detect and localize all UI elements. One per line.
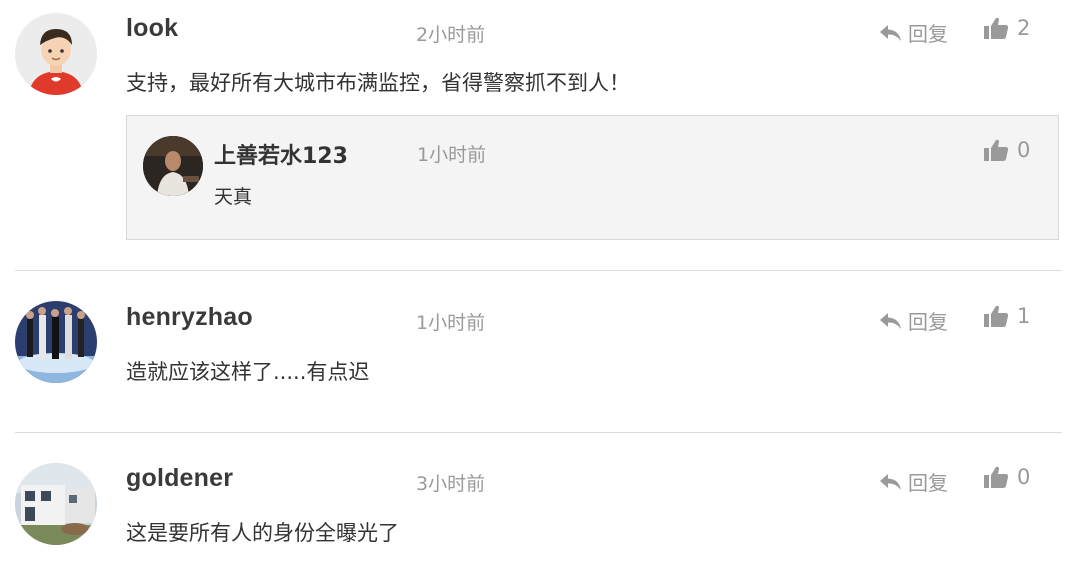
reply-arrow-icon <box>880 24 901 41</box>
photo-avatar-icon <box>143 136 203 196</box>
username[interactable]: 上善若水123 <box>214 138 348 170</box>
like-count: 0 <box>1017 465 1031 489</box>
thumbs-up-icon <box>984 17 1009 39</box>
reply-button[interactable]: 回复 <box>878 18 948 47</box>
user-avatar[interactable] <box>143 136 203 196</box>
thumbs-up-icon <box>984 305 1009 327</box>
comment-text: 这是要所有人的身份全曝光了 <box>126 521 399 545</box>
reply-label: 回复 <box>908 22 948 46</box>
cartoon-avatar-icon <box>15 13 97 95</box>
like-count: 2 <box>1017 16 1031 40</box>
like-button[interactable]: 2 <box>983 16 1030 40</box>
reply-button[interactable]: 回复 <box>878 467 948 496</box>
like-count: 1 <box>1017 304 1031 328</box>
comment-text: 天真 <box>214 186 253 208</box>
reply-box: 上善若水123 1小时前 0 天真 <box>126 115 1059 240</box>
reply-label: 回复 <box>908 471 948 495</box>
like-count: 0 <box>1017 138 1031 162</box>
user-avatar[interactable] <box>15 463 97 545</box>
reply-arrow-icon <box>880 473 901 490</box>
photo-avatar-icon <box>15 301 97 383</box>
reply-button[interactable]: 回复 <box>878 306 948 335</box>
comment-text: 造就应该这样了.....有点迟 <box>126 360 370 384</box>
photo-avatar-icon <box>15 463 97 545</box>
like-button[interactable]: 0 <box>983 465 1030 489</box>
comment-text: 支持，最好所有大城市布满监控，省得警察抓不到人！ <box>126 71 630 95</box>
comment-time: 3小时前 <box>416 473 486 495</box>
like-button[interactable]: 1 <box>983 304 1030 328</box>
comment-item: goldener 3小时前 回复 0 这是要所有人的身份全曝光了 <box>0 433 1080 567</box>
like-button[interactable]: 0 <box>983 138 1030 162</box>
comment-item: henryzhao 1小时前 回复 1 造就应该这样了.....有点迟 <box>0 271 1080 432</box>
comment-item: look 2小时前 回复 2 支持，最好所有大城市布满监控，省得警察抓不到人！ … <box>0 0 1080 270</box>
user-avatar[interactable] <box>15 13 97 95</box>
reply-label: 回复 <box>908 310 948 334</box>
comment-time: 1小时前 <box>417 144 487 166</box>
comment-time: 1小时前 <box>416 312 486 334</box>
thumbs-up-icon <box>984 466 1009 488</box>
username[interactable]: goldener <box>126 464 233 493</box>
user-avatar[interactable] <box>15 301 97 383</box>
comment-time: 2小时前 <box>416 24 486 46</box>
reply-arrow-icon <box>880 312 901 329</box>
username[interactable]: henryzhao <box>126 303 253 332</box>
thumbs-up-icon <box>984 139 1009 161</box>
username[interactable]: look <box>126 14 178 43</box>
